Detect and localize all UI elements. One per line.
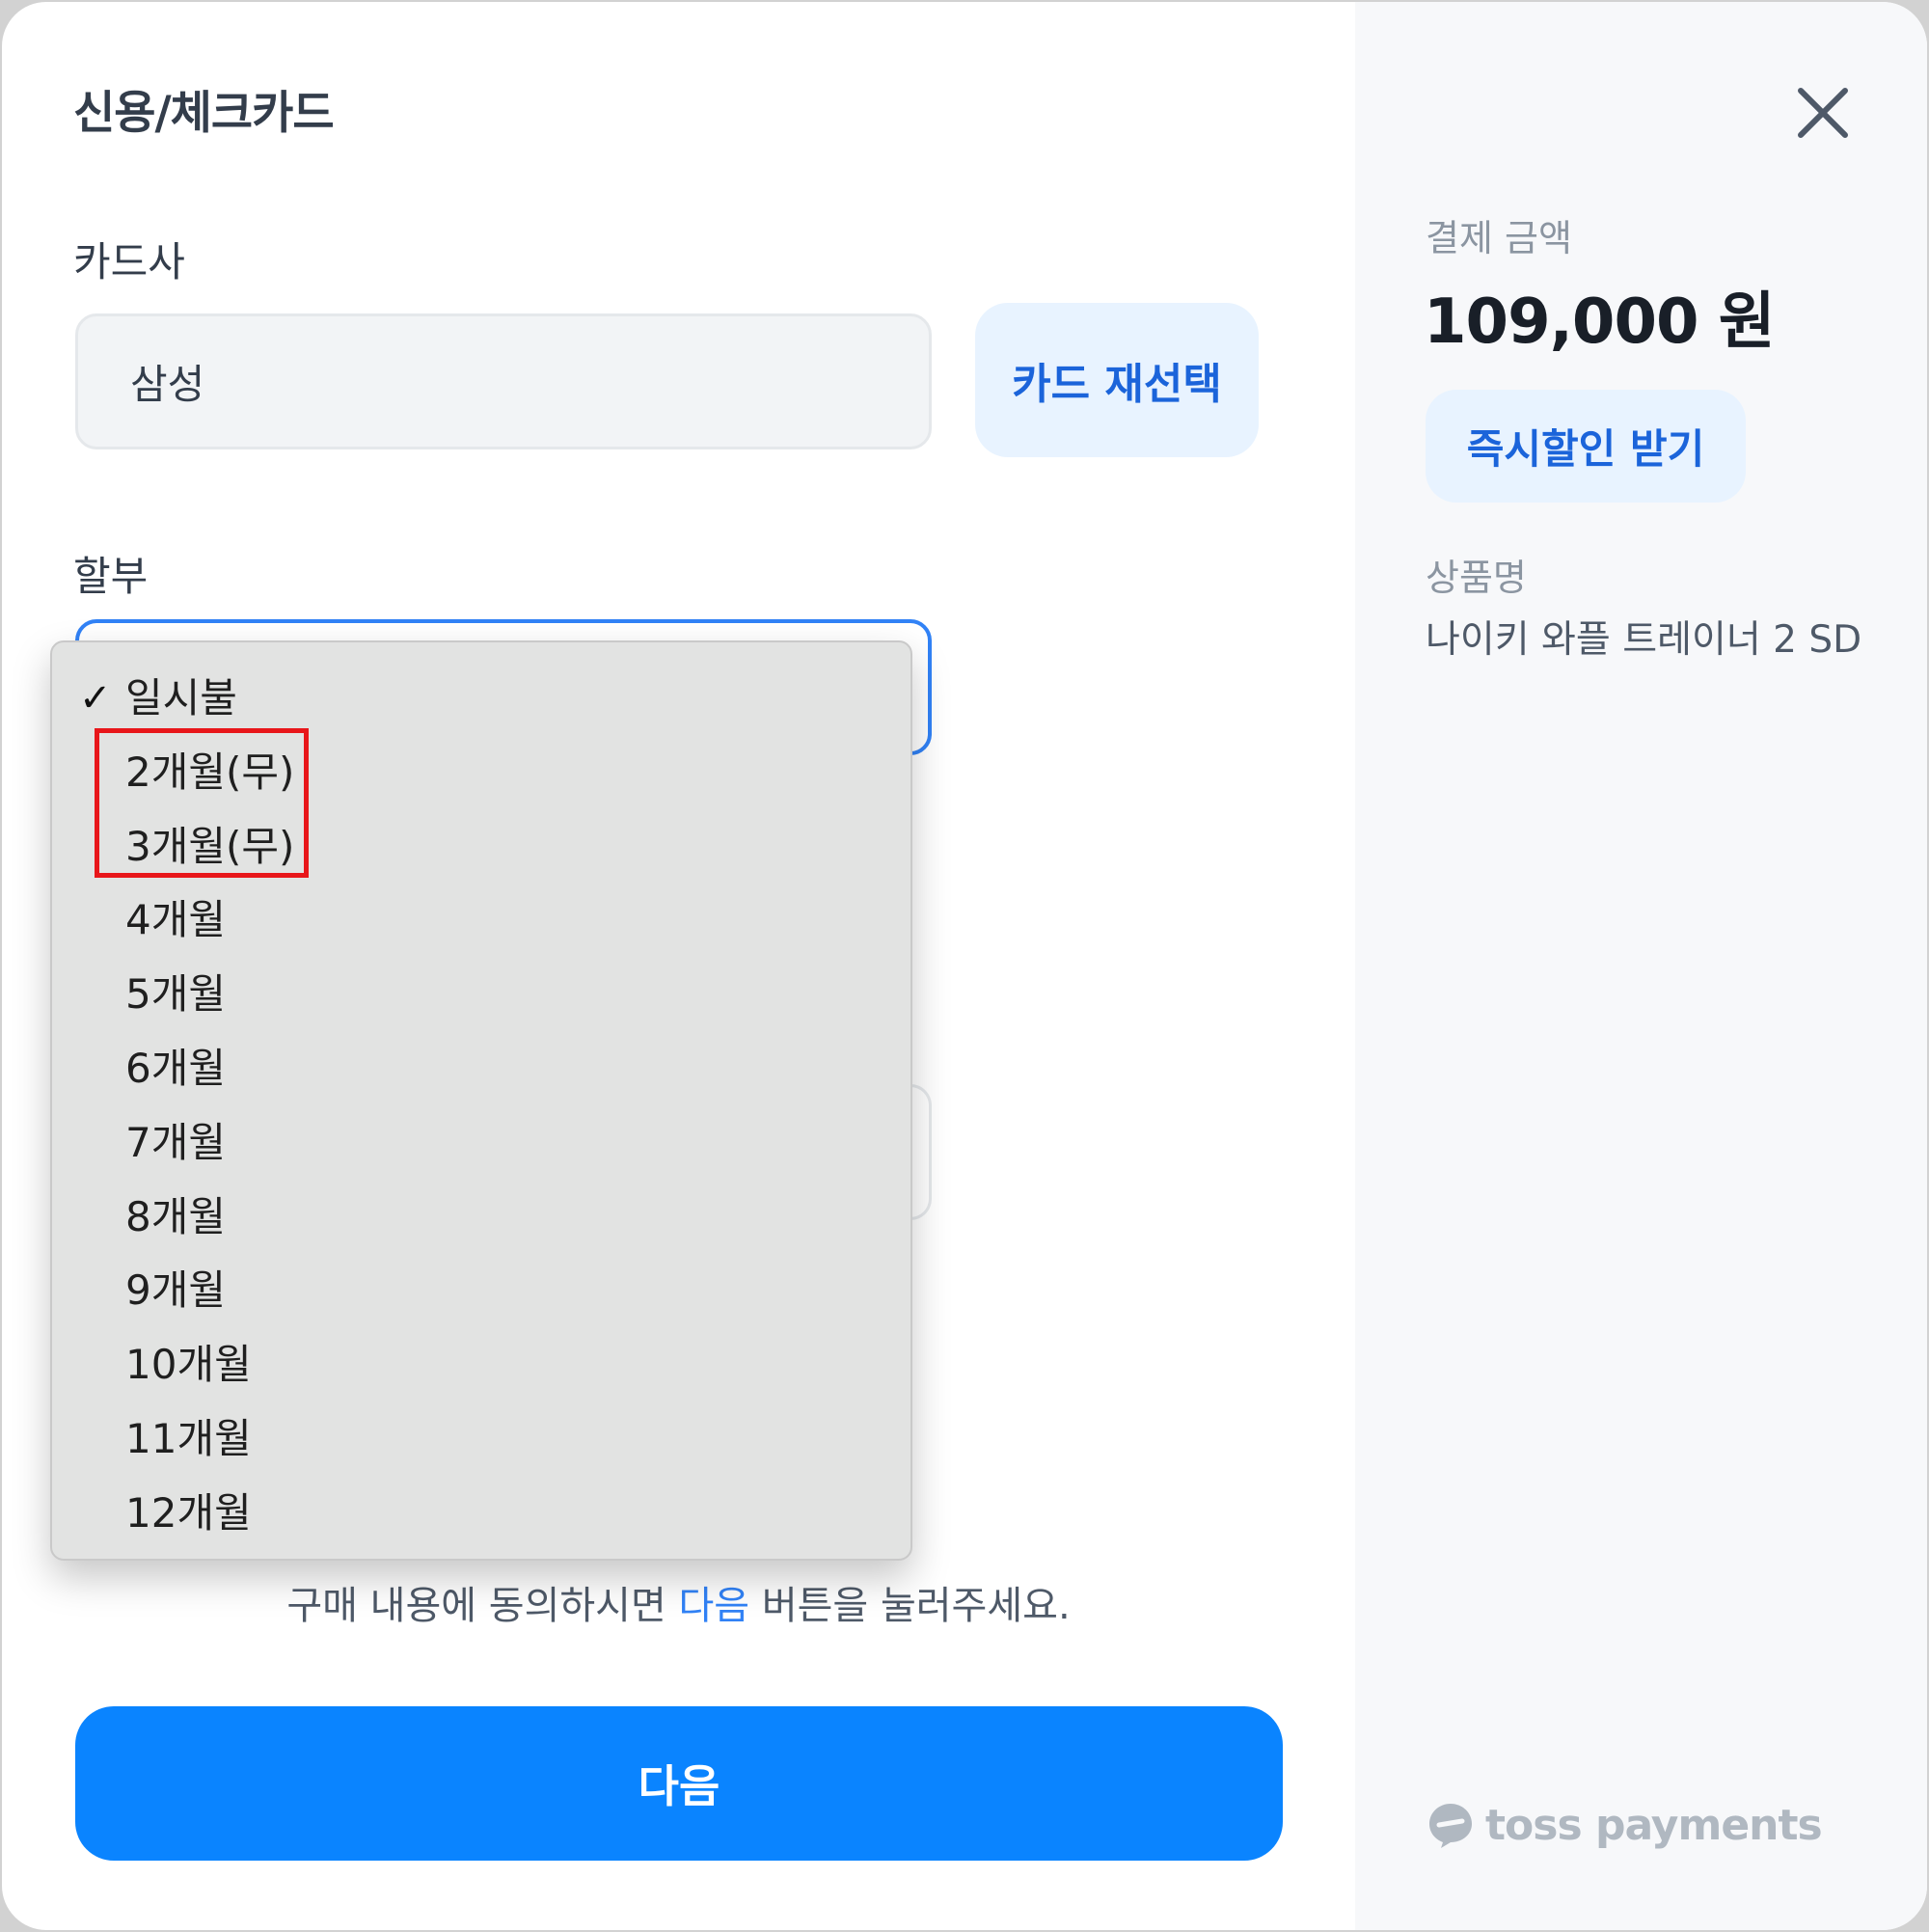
toss-logo-icon: [1429, 1804, 1472, 1848]
card-company-value: 삼성: [130, 361, 205, 408]
option-label: 8개월: [125, 1192, 227, 1240]
installment-option[interactable]: 6개월: [52, 1032, 910, 1106]
close-icon[interactable]: [1791, 81, 1855, 145]
installment-option[interactable]: 4개월: [52, 884, 910, 958]
option-label: 12개월: [125, 1488, 252, 1537]
installment-option[interactable]: 11개월: [52, 1402, 910, 1477]
amount-label: 결제 금액: [1426, 217, 1572, 259]
instant-discount-button[interactable]: 즉시할인 받기: [1426, 390, 1746, 503]
option-label: 5개월: [125, 970, 227, 1019]
option-label: 7개월: [125, 1118, 227, 1166]
checkmark-icon: ✓: [79, 676, 112, 721]
installment-option[interactable]: 7개월: [52, 1106, 910, 1181]
option-label: 9개월: [125, 1266, 227, 1315]
card-company-label: 카드사: [73, 238, 185, 286]
toss-logo-text: toss payments: [1485, 1800, 1823, 1850]
installment-option[interactable]: 8개월: [52, 1181, 910, 1255]
agreement-notice: 구매 내용에 동의하시면 다음 버튼을 눌러주세요.: [2, 1574, 1355, 1630]
agreement-suffix: 버튼을 눌러주세요.: [749, 1584, 1071, 1628]
card-reselect-button[interactable]: 카드 재선택: [975, 303, 1259, 457]
product-name: 나이키 와플 트레이너 2 SD: [1426, 618, 1862, 662]
installment-option[interactable]: 5개월: [52, 958, 910, 1032]
option-label: 10개월: [125, 1341, 252, 1389]
installment-option[interactable]: 10개월: [52, 1328, 910, 1402]
option-label: 4개월: [125, 896, 227, 944]
installment-option[interactable]: 12개월: [52, 1477, 910, 1551]
interest-free-highlight-box: [95, 728, 309, 878]
card-company-field[interactable]: 삼성: [75, 313, 932, 449]
payment-modal: 신용/체크카드 카드사 삼성 카드 재선택 할부 구매 내용에 동의하시면 다음…: [2, 2, 1927, 1930]
toss-payments-logo: toss payments: [1426, 1798, 1823, 1852]
installment-option-selected[interactable]: ✓ 일시불: [52, 662, 910, 736]
option-label: 일시불: [125, 674, 237, 721]
installment-label: 할부: [73, 553, 149, 600]
agreement-prefix: 구매 내용에 동의하시면: [286, 1584, 679, 1628]
next-button[interactable]: 다음: [75, 1706, 1283, 1861]
option-label: 6개월: [125, 1044, 227, 1092]
amount-value: 109,000 원: [1424, 286, 1776, 358]
installment-option[interactable]: 9개월: [52, 1254, 910, 1328]
option-label: 11개월: [125, 1414, 252, 1462]
page-title: 신용/체크카드: [73, 87, 335, 140]
product-label: 상품명: [1426, 557, 1527, 599]
agreement-highlight: 다음: [678, 1584, 750, 1628]
